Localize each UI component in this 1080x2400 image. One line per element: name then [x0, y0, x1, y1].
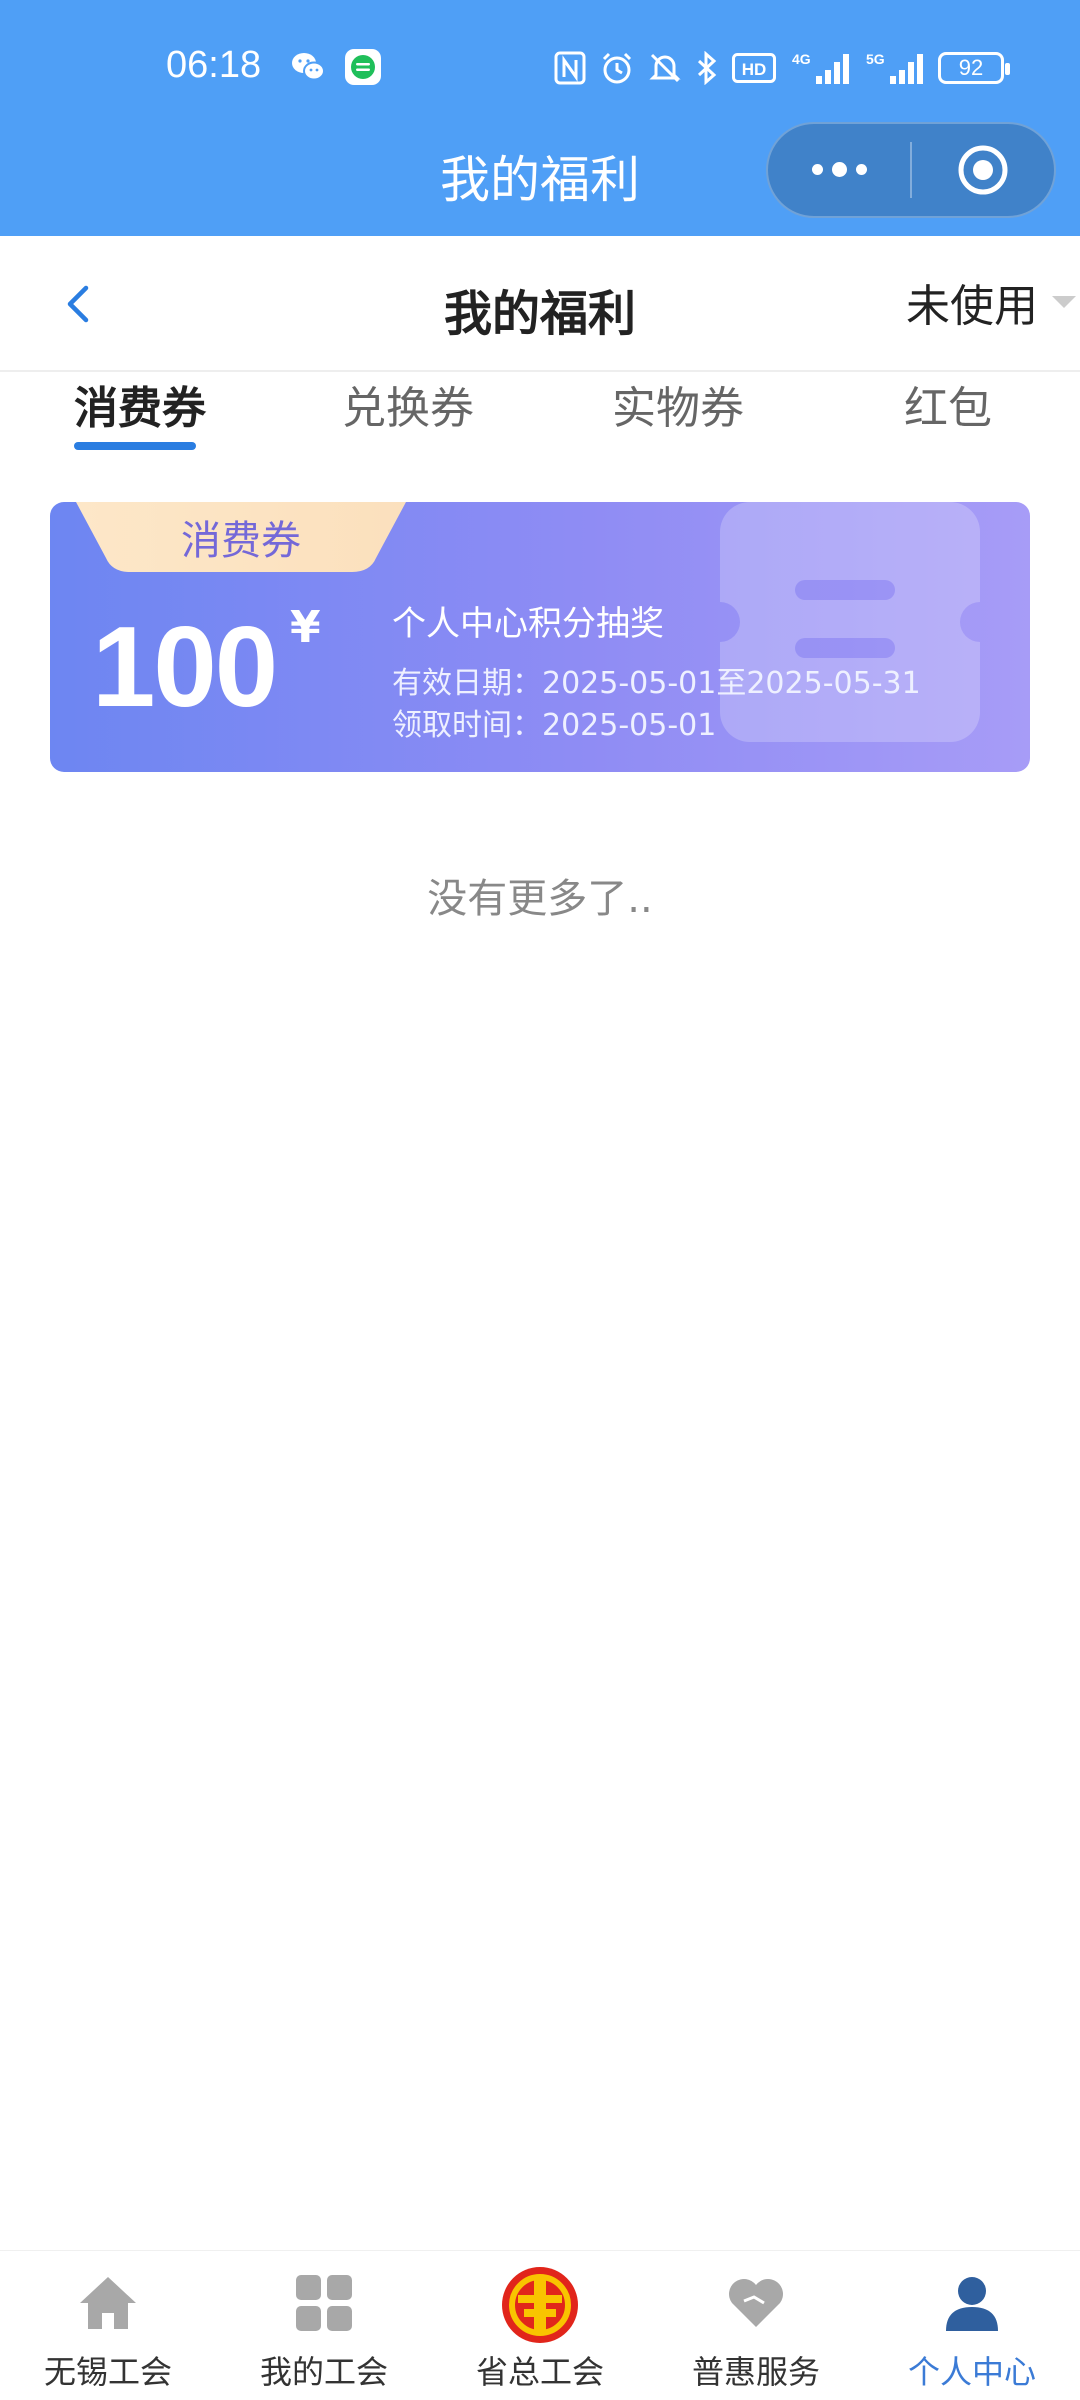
tab-wuxi-union[interactable]: 无锡工会 — [0, 2251, 216, 2400]
status-filter-dropdown[interactable]: 未使用 — [906, 272, 1080, 332]
mini-program-capsule — [766, 122, 1056, 218]
bluetooth-icon — [696, 51, 718, 85]
coupon-currency: ¥ — [290, 602, 321, 653]
more-options-button[interactable] — [768, 124, 910, 216]
coupon-valid-period: 有效日期：2025-05-01至2025-05-31 — [392, 666, 921, 701]
coupon-amount: 100 — [92, 604, 278, 731]
coupon-type-tabs: 消费券 兑换券 实物券 红包 — [0, 372, 1080, 462]
battery-icon: 92 — [938, 52, 1010, 84]
tab-benefit-services[interactable]: 普惠服务 — [648, 2251, 864, 2400]
coupon-type-tag: 消费券 — [76, 502, 406, 572]
tab-provincial-union[interactable]: 省总工会 — [432, 2251, 648, 2400]
svg-text:4G: 4G — [792, 51, 811, 67]
tab-label: 我的工会 — [259, 2353, 388, 2391]
bottom-tab-bar: 无锡工会 我的工会 省总工会 普惠服务 个人中心 — [0, 2250, 1080, 2400]
tab-my-union[interactable]: 我的工会 — [216, 2251, 432, 2400]
coupon-received-time: 领取时间：2025-05-01 — [392, 708, 717, 743]
status-time: 06:18 — [166, 44, 262, 86]
nfc-icon — [554, 51, 586, 85]
grid-icon — [296, 2275, 352, 2331]
status-icons: HD 4G 5G 92 — [554, 48, 1010, 88]
tab-personal-center[interactable]: 个人中心 — [864, 2251, 1080, 2400]
coupon-name: 个人中心积分抽奖 — [392, 604, 664, 644]
caret-down-icon — [1052, 296, 1076, 308]
home-icon — [80, 2277, 136, 2329]
active-tab-indicator — [74, 442, 196, 450]
status-filter-label: 未使用 — [906, 281, 1038, 332]
tab-label: 普惠服务 — [691, 2353, 820, 2391]
page-navbar: 我的福利 未使用 — [0, 236, 1080, 372]
svg-text:5G: 5G — [866, 51, 885, 67]
more-dots-icon — [811, 161, 867, 177]
5g-signal-icon: 5G — [864, 50, 924, 86]
message-app-icon — [344, 48, 382, 86]
coupon-tag-label: 消费券 — [181, 518, 301, 564]
tab-label: 省总工会 — [475, 2353, 604, 2391]
status-bar: 06:18 HD 4G 5G 92 — [0, 0, 1080, 136]
tab-physical-coupon[interactable]: 实物券 — [612, 372, 744, 462]
alarm-icon — [600, 51, 634, 85]
tab-label: 无锡工会 — [43, 2353, 172, 2391]
close-mini-program-button[interactable] — [912, 124, 1054, 216]
tab-exchange-coupon[interactable]: 兑换券 — [342, 372, 474, 462]
svg-text:HD: HD — [742, 60, 767, 79]
wechat-icon — [290, 50, 326, 84]
ticket-watermark-icon — [720, 502, 980, 742]
mute-icon — [648, 51, 682, 85]
hd-icon: HD — [732, 53, 776, 83]
tab-red-packet[interactable]: 红包 — [904, 372, 992, 462]
target-circle-icon — [958, 145, 1008, 195]
heart-icon — [729, 2279, 783, 2327]
person-icon — [946, 2277, 998, 2331]
union-logo-icon — [502, 2267, 578, 2343]
list-end-text: 没有更多了.. — [427, 876, 653, 922]
4g-signal-icon: 4G — [790, 50, 850, 86]
coupon-card[interactable]: 消费券 100 ¥ 个人中心积分抽奖 有效日期：2025-05-01至2025-… — [50, 502, 1030, 772]
tab-label: 个人中心 — [907, 2353, 1036, 2391]
